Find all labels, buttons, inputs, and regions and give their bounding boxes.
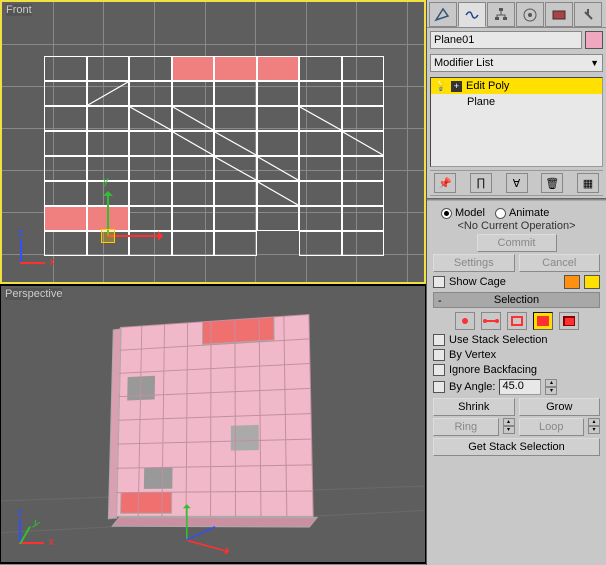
edge-mode-button[interactable] [481, 312, 501, 330]
stack-item-plane[interactable]: Plane [431, 94, 602, 110]
tab-modify[interactable] [458, 2, 486, 27]
object-name-input[interactable] [430, 31, 582, 49]
loop-button[interactable]: Loop [519, 418, 585, 436]
show-cage-label: Show Cage [449, 276, 506, 288]
tab-create[interactable] [429, 2, 457, 27]
move-gizmo-persp[interactable] [178, 493, 234, 549]
by-angle-spinner[interactable]: ▴▾ [545, 379, 557, 395]
stack-item-label: Plane [467, 96, 495, 108]
commit-button[interactable]: Commit [477, 234, 557, 252]
trash-icon: 🗑 [545, 177, 559, 190]
make-unique-button[interactable]: ∀ [506, 173, 528, 193]
remove-modifier-button[interactable]: 🗑 [541, 173, 563, 193]
configure-icon: ▦ [583, 177, 593, 190]
mode-model-radio[interactable]: Model [441, 207, 485, 219]
chevron-down-icon: ▼ [590, 58, 599, 68]
object-color-swatch[interactable] [585, 31, 603, 49]
get-stack-selection-button[interactable]: Get Stack Selection [433, 438, 600, 456]
ring-button[interactable]: Ring [433, 418, 499, 436]
result-icon: ∏ [476, 177, 485, 189]
front-plane-mesh[interactable] [44, 56, 384, 256]
tab-hierarchy[interactable] [487, 2, 515, 27]
edge-icon [485, 320, 497, 322]
cancel-button[interactable]: Cancel [519, 254, 601, 272]
subobject-level-icons [433, 312, 600, 330]
axis-tripod-front [10, 234, 50, 274]
loop-spinner[interactable]: ▴▾ [588, 418, 600, 434]
modifier-stack[interactable]: 💡 + Edit Poly Plane [430, 77, 603, 167]
tab-motion[interactable] [516, 2, 544, 27]
grow-button[interactable]: Grow [519, 398, 601, 416]
border-icon [511, 316, 523, 326]
use-stack-selection-checkbox[interactable] [433, 334, 445, 346]
collapse-icon: - [438, 294, 442, 308]
lightbulb-icon: 💡 [435, 80, 447, 92]
cage-color-swatch-2[interactable] [584, 275, 600, 289]
expand-icon[interactable]: + [451, 81, 462, 92]
settings-button[interactable]: Settings [433, 254, 515, 272]
shrink-button[interactable]: Shrink [433, 398, 515, 416]
cage-color-swatch-1[interactable] [564, 275, 580, 289]
tab-display[interactable] [545, 2, 573, 27]
vertex-mode-button[interactable] [455, 312, 475, 330]
polygon-icon [537, 316, 549, 326]
tab-utilities[interactable] [574, 2, 602, 27]
stack-item-edit-poly[interactable]: 💡 + Edit Poly [431, 78, 602, 94]
axis-tripod-perspective [9, 514, 49, 554]
polygon-mode-button[interactable] [533, 312, 553, 330]
move-gizmo[interactable]: y [97, 177, 167, 247]
by-angle-checkbox[interactable] [433, 381, 445, 393]
element-icon [563, 316, 575, 326]
stack-toolbar: 📌 ∏ ∀ 🗑 ▦ [430, 170, 603, 196]
show-end-result-button[interactable]: ∏ [470, 173, 492, 193]
selection-rollout-header[interactable]: - Selection [433, 292, 600, 308]
modifier-list-label: Modifier List [434, 57, 493, 69]
vertex-icon [462, 318, 468, 324]
by-angle-value-input[interactable]: 45.0 [499, 379, 541, 395]
viewport-label-perspective: Perspective [5, 288, 62, 300]
current-operation-label: <No Current Operation> [433, 220, 600, 232]
ring-spinner[interactable]: ▴▾ [503, 418, 515, 434]
viewport-perspective[interactable]: Perspective [0, 284, 426, 564]
configure-sets-button[interactable]: ▦ [577, 173, 599, 193]
mode-animate-radio[interactable]: Animate [495, 207, 549, 219]
stack-item-label: Edit Poly [466, 80, 509, 92]
by-vertex-checkbox[interactable] [433, 349, 445, 361]
border-mode-button[interactable] [507, 312, 527, 330]
ignore-backfacing-checkbox[interactable] [433, 364, 445, 376]
modifier-list-dropdown[interactable]: Modifier List ▼ [430, 54, 603, 72]
viewport-front[interactable]: Front [0, 0, 426, 284]
show-cage-checkbox[interactable] [433, 276, 445, 288]
command-panel-tabs [427, 0, 606, 28]
pin-icon: 📌 [438, 177, 452, 190]
panel-divider[interactable] [427, 198, 606, 201]
pin-stack-button[interactable]: 📌 [434, 173, 456, 193]
unique-icon: ∀ [513, 177, 521, 190]
command-panel: Modifier List ▼ 💡 + Edit Poly Plane 📌 ∏ … [426, 0, 606, 565]
element-mode-button[interactable] [559, 312, 579, 330]
